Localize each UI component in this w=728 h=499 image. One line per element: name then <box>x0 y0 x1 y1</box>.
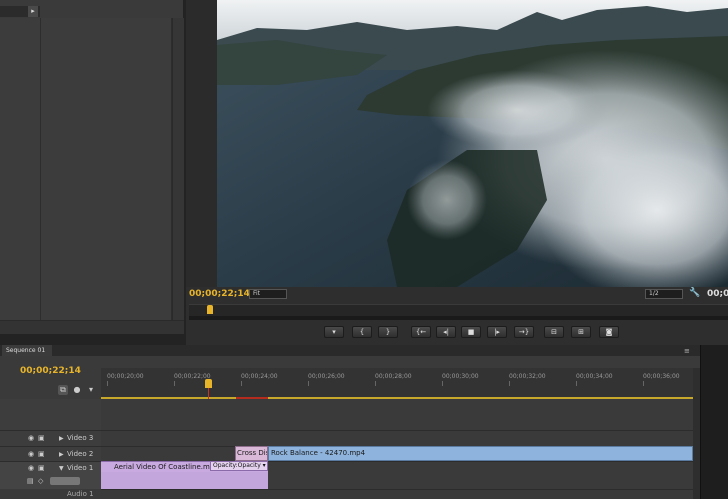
go-to-in-button[interactable]: {← <box>411 326 431 338</box>
keyframe-icon[interactable]: ◇ <box>38 477 43 485</box>
eye-icon[interactable]: ◉ <box>28 464 34 472</box>
expand-track-icon[interactable]: ▶ <box>59 451 64 458</box>
track-name: Video 2 <box>67 450 94 458</box>
ruler-label: 00;00;26;00 <box>308 373 345 380</box>
ruler-label: 00;00;32;00 <box>509 373 546 380</box>
ruler-tick <box>107 381 108 386</box>
track-header-video-1: ◉ ▣ ▼ Video 1 ▤ ◇ <box>0 461 101 489</box>
ruler-tick <box>442 381 443 386</box>
playback-resolution-dropdown[interactable]: 1/2 <box>645 289 683 299</box>
timeline-playhead[interactable] <box>205 379 212 388</box>
clip-aerial-body[interactable] <box>101 472 268 489</box>
wrench-icon[interactable]: 🔧 <box>689 288 700 298</box>
collapse-track-icon[interactable]: ▼ <box>59 465 64 472</box>
monitor-scrub-track[interactable] <box>189 316 728 320</box>
clip-rock-balance[interactable]: Rock Balance - 42470.mp4 <box>268 446 693 461</box>
display-style-icon[interactable]: ▤ <box>27 477 34 485</box>
stop-button[interactable]: ■ <box>461 326 481 338</box>
export-frame-button[interactable]: ◙ <box>599 326 619 338</box>
step-forward-button[interactable]: |▸ <box>487 326 507 338</box>
ruler-tick <box>509 381 510 386</box>
ruler-tick <box>576 381 577 386</box>
ruler-tick <box>643 381 644 386</box>
lock-icon[interactable]: ▣ <box>38 464 45 472</box>
snap-icon[interactable]: ⧉ <box>58 385 68 395</box>
timeline-scrollbar[interactable] <box>693 368 700 499</box>
tab-sequence-01[interactable]: Sequence 01 <box>2 345 52 356</box>
extract-button[interactable]: ⊞ <box>571 326 591 338</box>
add-marker-icon[interactable]: ▾ <box>86 385 96 395</box>
panel-menu-icon[interactable]: ≡ <box>684 347 690 355</box>
eye-icon[interactable]: ◉ <box>28 450 34 458</box>
sequence-timecode[interactable]: 00;00;22;14 <box>20 366 81 376</box>
marker-icon[interactable]: ● <box>72 385 82 395</box>
opacity-dropdown[interactable]: Opacity:Opacity ▾ <box>210 461 268 471</box>
lock-icon[interactable]: ▣ <box>38 450 45 458</box>
step-back-button[interactable]: ◂| <box>436 326 456 338</box>
program-timecode[interactable]: 00;00;22;14 <box>189 289 250 299</box>
ruler-label: 00;00;36;00 <box>643 373 680 380</box>
audio-meter-panel <box>700 345 728 499</box>
ruler-tick <box>375 381 376 386</box>
ruler-tick <box>174 381 175 386</box>
track-divider <box>101 430 693 431</box>
video-preview[interactable] <box>217 0 728 287</box>
track-header-video-3: ◉ ▣ ▶ Video 3 <box>0 430 101 446</box>
track-header-audio-1: Audio 1 <box>0 489 101 499</box>
ruler-label: 00;00;28;00 <box>375 373 412 380</box>
project-column-divider <box>40 18 172 320</box>
lock-icon[interactable]: ▣ <box>38 434 45 442</box>
panel-expand-icon[interactable]: ▸ <box>28 6 38 17</box>
go-to-out-button[interactable]: →} <box>514 326 534 338</box>
project-scrollbar[interactable] <box>172 18 184 320</box>
ruler-tick <box>241 381 242 386</box>
keyframe-nav[interactable] <box>50 477 80 485</box>
ruler-label: 00;00;30;00 <box>442 373 479 380</box>
aerial-coastline-frame <box>217 0 728 287</box>
track-name: Video 3 <box>67 434 94 442</box>
track-name: Audio 1 <box>67 490 94 498</box>
project-panel-footer <box>0 320 184 334</box>
ruler-label: 00;00;24;00 <box>241 373 278 380</box>
monitor-letterbox <box>186 0 217 287</box>
monitor-playhead[interactable] <box>207 305 213 314</box>
ruler-label: 00;00;34;00 <box>576 373 613 380</box>
eye-icon[interactable]: ◉ <box>28 434 34 442</box>
add-marker-button[interactable]: ▾ <box>324 326 344 338</box>
zoom-fit-dropdown[interactable]: Fit <box>249 289 287 299</box>
mark-out-button[interactable]: } <box>378 326 398 338</box>
ruler-tick <box>308 381 309 386</box>
duration-timecode: 00;00 <box>707 289 728 299</box>
cross-dissolve-transition[interactable]: Cross Dis <box>235 446 268 461</box>
mark-in-button[interactable]: { <box>352 326 372 338</box>
lift-button[interactable]: ⊟ <box>544 326 564 338</box>
sequence-tab-bar <box>0 345 700 356</box>
track-name: Video 1 <box>67 464 94 472</box>
expand-track-icon[interactable]: ▶ <box>59 435 64 442</box>
track-header-video-2: ◉ ▣ ▶ Video 2 <box>0 446 101 461</box>
ruler-label: 00;00;20;00 <box>107 373 144 380</box>
track-divider <box>101 489 693 490</box>
